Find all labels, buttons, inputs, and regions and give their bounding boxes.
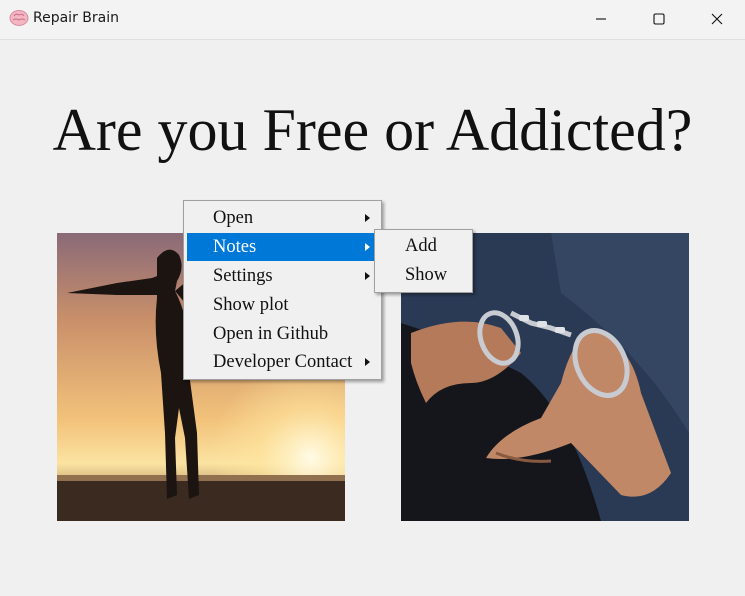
submenu-arrow-icon: [365, 243, 370, 251]
menu-item-label: Open: [213, 208, 254, 228]
menu-item-developer-contact[interactable]: Developer Contact: [187, 348, 378, 376]
context-menu: Open Notes Settings Show plot Open in Gi…: [183, 200, 382, 380]
close-icon: [711, 10, 723, 29]
close-button[interactable]: [688, 0, 745, 39]
submenu-arrow-icon: [365, 272, 370, 280]
submenu-arrow-icon: [365, 358, 370, 366]
submenu-item-add[interactable]: Add: [378, 232, 469, 260]
menu-item-settings[interactable]: Settings: [187, 262, 378, 290]
page-heading: Are you Free or Addicted?: [52, 97, 693, 163]
menu-item-notes[interactable]: Notes: [187, 233, 378, 261]
minimize-button[interactable]: [572, 0, 630, 39]
submenu-item-label: Add: [405, 236, 437, 256]
menu-item-label: Show plot: [213, 295, 289, 315]
menu-item-open[interactable]: Open: [187, 204, 378, 232]
notes-submenu: Add Show: [374, 229, 473, 293]
menu-item-show-plot[interactable]: Show plot: [187, 291, 378, 319]
menu-item-label: Settings: [213, 266, 273, 286]
menu-item-label: Open in Github: [213, 324, 329, 344]
menu-item-label: Developer Contact: [213, 352, 353, 372]
app-brain-icon: [9, 9, 29, 27]
title-bar: Repair Brain: [0, 0, 745, 40]
submenu-item-show[interactable]: Show: [378, 261, 469, 289]
minimize-icon: [595, 10, 607, 29]
submenu-item-label: Show: [405, 265, 448, 285]
menu-item-label: Notes: [213, 237, 257, 257]
maximize-icon: [653, 10, 665, 29]
menu-item-open-in-github[interactable]: Open in Github: [187, 320, 378, 348]
submenu-arrow-icon: [365, 214, 370, 222]
window-title: Repair Brain: [33, 10, 119, 26]
maximize-button[interactable]: [630, 0, 688, 39]
